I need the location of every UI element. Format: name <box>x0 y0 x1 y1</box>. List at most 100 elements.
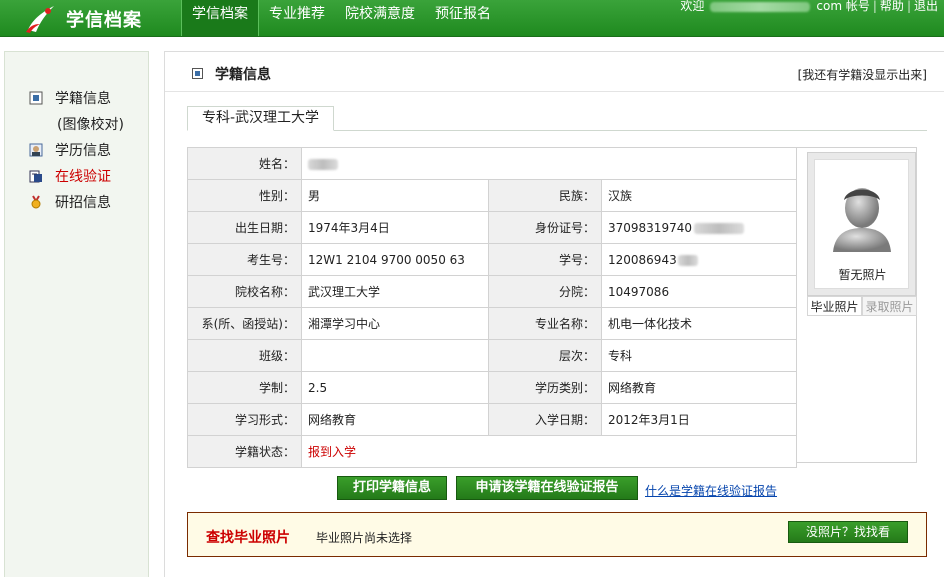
id-card-number: 37098319740 <box>608 220 692 235</box>
ethnicity-value: 汉族 <box>601 179 797 212</box>
enrollment-table: 姓名： 性别： 男 民族： 汉族 出生日期： 1974年3月4日 身份证号： 3… <box>187 147 797 468</box>
table-row: 学习形式： 网络教育 入学日期： 2012年3月1日 <box>187 403 797 436</box>
graduate-icon <box>29 143 43 157</box>
exam-no-value: 12W1 2104 9700 0050 63 <box>301 243 489 276</box>
nav-xuexin-archive[interactable]: 学信档案 <box>181 0 259 36</box>
print-enrollment-button[interactable]: 打印学籍信息 <box>337 476 447 500</box>
level-value: 专科 <box>601 339 797 372</box>
tab-admission-photo[interactable]: 录取照片 <box>862 296 917 316</box>
document-icon <box>192 68 203 79</box>
redacted-id <box>693 222 744 234</box>
table-row: 学制： 2.5 学历类别： 网络教育 <box>187 371 797 404</box>
table-row: 出生日期： 1974年3月4日 身份证号： 37098319740 <box>187 211 797 244</box>
ethnicity-label: 民族： <box>488 179 602 212</box>
major-label: 专业名称： <box>488 307 602 340</box>
sidebar-item-label: 学历信息 <box>55 143 111 159</box>
name-label: 姓名： <box>187 147 302 180</box>
welcome-suffix: com <box>816 0 843 13</box>
nav-major-recommend[interactable]: 专业推荐 <box>259 0 335 36</box>
account-link[interactable]: 帐号 <box>846 0 870 13</box>
find-photo-message: 毕业照片尚未选择 <box>316 531 413 545</box>
missing-enrollment-link[interactable]: [我还有学籍没显示出来] <box>798 66 927 83</box>
photo-frame: 暂无照片 <box>807 152 916 296</box>
verify-icon <box>29 169 43 183</box>
person-silhouette-icon <box>833 188 891 252</box>
sidebar-item-postgrad-info[interactable]: 研招信息 <box>29 192 111 212</box>
nav-pre-enlistment[interactable]: 预征报名 <box>425 0 501 36</box>
photo-placeholder: 暂无照片 <box>814 159 909 289</box>
table-row: 班级： 层次： 专科 <box>187 339 797 372</box>
sidebar-item-label: 在线验证 <box>55 169 111 185</box>
help-link[interactable]: 帮助 <box>880 0 904 13</box>
title-row: 学籍信息 [我还有学籍没显示出来] <box>165 52 944 92</box>
status-value: 报到入学 <box>301 435 797 468</box>
find-photo-button[interactable]: 没照片？找找看 <box>788 521 908 543</box>
student-number: 120086943 <box>608 252 677 267</box>
sidebar: 学籍信息 (图像校对) 学历信息 在线验证 研招信息 <box>4 51 149 577</box>
logo-text: 学信档案 <box>66 10 142 31</box>
table-row: 院校名称： 武汉理工大学 分院： 10497086 <box>187 275 797 308</box>
page-title: 学籍信息 <box>215 67 271 83</box>
nav-school-satisfaction[interactable]: 院校满意度 <box>335 0 425 36</box>
edu-type-label: 学历类别： <box>488 371 602 404</box>
no-photo-text: 暂无照片 <box>838 268 887 282</box>
status-label: 学籍状态： <box>187 435 302 468</box>
id-card-label: 身份证号： <box>488 211 602 244</box>
sidebar-sub-image-check[interactable]: (图像校对) <box>57 114 124 134</box>
document-icon <box>29 91 43 105</box>
id-card-value: 37098319740 <box>601 211 797 244</box>
welcome-label: 欢迎 <box>680 0 705 13</box>
branch-value: 10497086 <box>601 275 797 308</box>
user-links: 欢迎 com 帐号 | 帮助 | 退出 <box>680 0 938 14</box>
school-value: 武汉理工大学 <box>301 275 489 308</box>
table-row: 考生号： 12W1 2104 9700 0050 63 学号： 12008694… <box>187 243 797 276</box>
sidebar-item-enrollment-info[interactable]: 学籍信息 <box>29 88 111 108</box>
redacted-student-no <box>677 254 698 266</box>
find-photo-title: 查找毕业照片 <box>206 530 290 546</box>
sidebar-item-online-verify[interactable]: 在线验证 <box>29 166 111 186</box>
find-photo-box: 查找毕业照片 毕业照片尚未选择 没照片？找找看 <box>187 512 927 557</box>
table-row: 性别： 男 民族： 汉族 <box>187 179 797 212</box>
tab-enrollment-record[interactable]: 专科-武汉理工大学 <box>187 106 335 131</box>
edu-type-value: 网络教育 <box>601 371 797 404</box>
duration-value: 2.5 <box>301 371 489 404</box>
enroll-date-value: 2012年3月1日 <box>601 403 797 436</box>
photo-tabs: 毕业照片 录取照片 <box>807 296 917 316</box>
gender-value: 男 <box>301 179 489 212</box>
student-no-value: 120086943 <box>601 243 797 276</box>
logout-link[interactable]: 退出 <box>914 0 938 13</box>
table-row: 系(所、函授站)： 湘潭学习中心 专业名称： 机电一体化技术 <box>187 307 797 340</box>
what-is-report-link[interactable]: 什么是学籍在线验证报告 <box>645 482 777 499</box>
separator: | <box>906 0 911 13</box>
sidebar-item-label: 学籍信息 <box>55 91 111 107</box>
apply-verify-report-button[interactable]: 申请该学籍在线验证报告 <box>456 476 638 500</box>
name-value <box>301 147 797 180</box>
table-row: 学籍状态： 报到入学 <box>187 435 797 468</box>
major-value: 机电一体化技术 <box>601 307 797 340</box>
tab-graduation-photo[interactable]: 毕业照片 <box>807 296 862 316</box>
school-label: 院校名称： <box>187 275 302 308</box>
photo-panel: 暂无照片 毕业照片 录取照片 <box>797 147 917 463</box>
table-row: 姓名： <box>187 147 797 180</box>
study-form-label: 学习形式： <box>187 403 302 436</box>
logo-icon <box>26 6 54 33</box>
birth-label: 出生日期： <box>187 211 302 244</box>
class-label: 班级： <box>187 339 302 372</box>
top-bar: 学信档案 学信档案 专业推荐 院校满意度 预征报名 欢迎 com 帐号 | 帮助 | 退出 <box>0 0 944 37</box>
department-value: 湘潭学习中心 <box>301 307 489 340</box>
class-value <box>301 339 489 372</box>
exam-no-label: 考生号： <box>187 243 302 276</box>
duration-label: 学制： <box>187 371 302 404</box>
sidebar-item-education-info[interactable]: 学历信息 <box>29 140 111 160</box>
medal-icon <box>29 195 43 209</box>
main-panel: 学籍信息 [我还有学籍没显示出来] 专科-武汉理工大学 姓名： 性别： 男 民族… <box>164 51 944 577</box>
main-nav: 学信档案 专业推荐 院校满意度 预征报名 <box>181 0 501 36</box>
redacted-name <box>308 158 338 170</box>
student-no-label: 学号： <box>488 243 602 276</box>
study-form-value: 网络教育 <box>301 403 489 436</box>
enroll-date-label: 入学日期： <box>488 403 602 436</box>
separator: | <box>872 0 877 13</box>
branch-label: 分院： <box>488 275 602 308</box>
department-label: 系(所、函授站)： <box>187 307 302 340</box>
sidebar-item-label: 研招信息 <box>55 195 111 211</box>
